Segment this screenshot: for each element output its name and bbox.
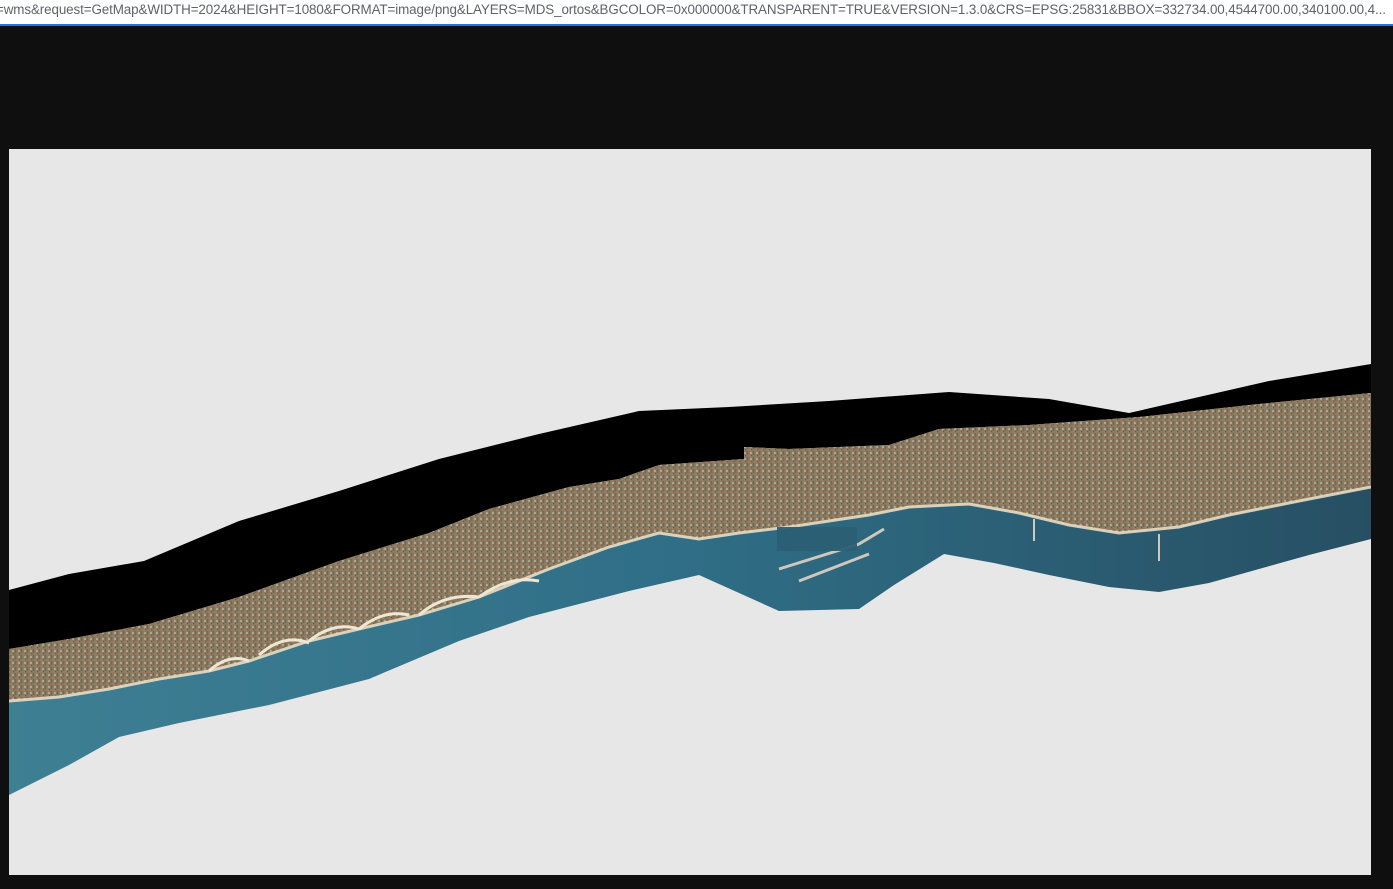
marina-basin [777, 527, 857, 551]
address-bar[interactable]: =wms&request=GetMap&WIDTH=2024&HEIGHT=10… [0, 0, 1393, 26]
address-url-text[interactable]: =wms&request=GetMap&WIDTH=2024&HEIGHT=10… [0, 0, 1386, 22]
orthophoto-map-image [9, 149, 1371, 875]
image-viewport [0, 26, 1393, 889]
